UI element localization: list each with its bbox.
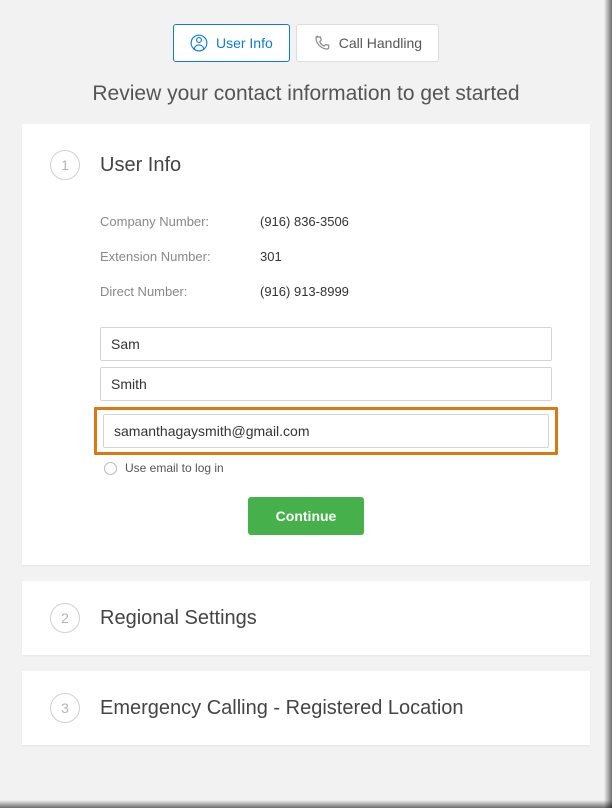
card-title-user-info: User Info	[100, 154, 181, 177]
form-section: Use email to log in	[100, 327, 552, 475]
label-direct-number: Direct Number:	[100, 284, 260, 299]
row-extension-number: Extension Number: 301	[100, 239, 562, 274]
value-company-number: (916) 836-3506	[260, 214, 349, 229]
use-email-radio-row[interactable]: Use email to log in	[104, 461, 552, 475]
page-heading: Review your contact information to get s…	[22, 82, 590, 106]
button-row: Continue	[50, 497, 562, 535]
label-extension-number: Extension Number:	[100, 249, 260, 264]
label-company-number: Company Number:	[100, 214, 260, 229]
tab-user-info[interactable]: User Info	[173, 24, 290, 62]
radio-icon	[104, 462, 117, 475]
row-direct-number: Direct Number: (916) 913-8999	[100, 274, 562, 309]
email-input[interactable]	[103, 414, 549, 448]
step-number-2: 2	[50, 603, 80, 633]
card-title-regional-settings: Regional Settings	[100, 607, 257, 630]
card-emergency-calling[interactable]: 3 Emergency Calling - Registered Locatio…	[22, 671, 590, 745]
value-extension-number: 301	[260, 249, 282, 264]
tab-call-handling[interactable]: Call Handling	[296, 24, 439, 62]
row-company-number: Company Number: (916) 836-3506	[100, 204, 562, 239]
card-title-emergency-calling: Emergency Calling - Registered Location	[100, 697, 464, 720]
bottom-shadow	[0, 800, 612, 808]
card-user-info: 1 User Info Company Number: (916) 836-35…	[22, 124, 590, 565]
email-highlight-box	[94, 407, 558, 455]
first-name-input[interactable]	[100, 327, 552, 361]
tab-call-handling-label: Call Handling	[339, 35, 422, 51]
use-email-radio-label: Use email to log in	[125, 461, 224, 475]
card-regional-settings[interactable]: 2 Regional Settings	[22, 581, 590, 655]
continue-button[interactable]: Continue	[248, 497, 365, 535]
step-number-1: 1	[50, 150, 80, 180]
info-table: Company Number: (916) 836-3506 Extension…	[100, 204, 562, 309]
user-icon	[190, 34, 208, 52]
tabs-row: User Info Call Handling	[22, 24, 590, 62]
value-direct-number: (916) 913-8999	[260, 284, 349, 299]
phone-icon	[313, 34, 331, 52]
step-number-3: 3	[50, 693, 80, 723]
tab-user-info-label: User Info	[216, 35, 273, 51]
last-name-input[interactable]	[100, 367, 552, 401]
card-header-user-info: 1 User Info	[50, 150, 562, 180]
